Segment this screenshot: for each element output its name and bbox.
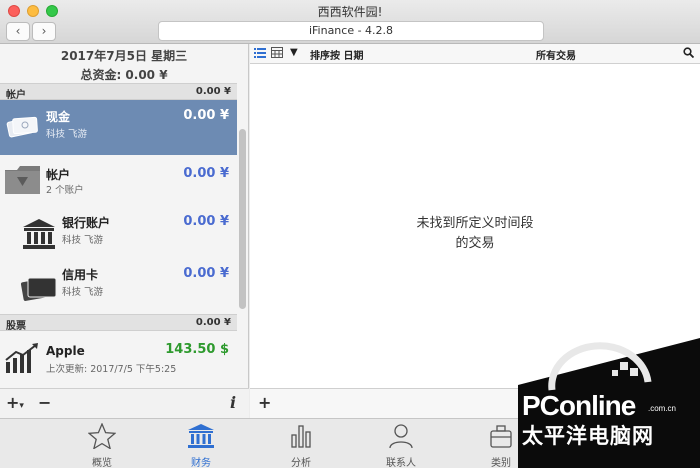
account-balance: 0.00 ¥: [183, 266, 229, 281]
bank-icon: [187, 424, 215, 453]
tab-label: 概览: [92, 458, 112, 468]
watermark-logo: PConline .com.cn 太平洋电脑网: [500, 338, 700, 468]
empty-state-line: 未找到所定义时间段: [416, 216, 534, 231]
account-row-credit-card[interactable]: 信用卡 科技 飞游 0.00 ¥: [0, 260, 237, 315]
bank-icon: [22, 218, 56, 254]
tab-label: 联系人: [386, 458, 416, 468]
account-owner: 科技 飞游: [62, 235, 104, 246]
account-owner: 科技 飞游: [62, 287, 104, 298]
chart-up-icon: [4, 342, 42, 378]
account-balance: 0.00 ¥: [183, 108, 229, 123]
account-balance: 0.00 ¥: [183, 214, 229, 229]
add-account-button[interactable]: +▾: [6, 393, 24, 412]
sort-by-label[interactable]: 排序按 日期: [310, 47, 363, 62]
tab-overview[interactable]: 概览: [72, 422, 132, 468]
accounts-sidebar: 2017年7月5日 星期三 总资金: 0.00 ¥ 帐户 0.00 ¥ 现金 科…: [0, 44, 249, 418]
remove-account-button[interactable]: −: [38, 393, 51, 412]
sort-direction-icon[interactable]: ▼: [290, 47, 298, 58]
account-name: 银行账户: [62, 216, 111, 230]
empty-state-line: 的交易: [455, 236, 495, 251]
search-icon[interactable]: [683, 47, 695, 61]
section-label: 股票: [6, 321, 26, 332]
account-row-bank[interactable]: 银行账户 科技 飞游 0.00 ¥: [0, 206, 237, 261]
account-name: 帐户: [46, 168, 71, 182]
back-button[interactable]: ‹: [6, 22, 30, 41]
cash-icon: [6, 112, 40, 146]
stock-row-apple[interactable]: Apple 上次更新: 2017/7/5 下午5:25 143.50 $: [0, 332, 237, 387]
forward-button[interactable]: ›: [32, 22, 56, 41]
tab-analysis[interactable]: 分析: [271, 423, 331, 468]
tab-label: 财务: [191, 458, 211, 468]
section-header-accounts: 帐户 0.00 ¥: [0, 83, 237, 101]
total-funds: 总资金: 0.00 ¥: [80, 68, 168, 82]
plus-label: +: [6, 393, 20, 412]
section-header-stocks: 股票 0.00 ¥: [0, 314, 237, 332]
section-label: 帐户: [6, 90, 26, 101]
chevron-down-icon: ▾: [19, 401, 24, 411]
account-name: 信用卡: [62, 268, 99, 282]
stock-name: Apple: [46, 344, 85, 358]
title-bar: 西西软件园! ‹ › iFinance - 4.2.8: [0, 0, 700, 44]
star-icon: [87, 422, 117, 453]
app-version-field: iFinance - 4.2.8: [158, 21, 544, 41]
bar-chart-icon: [287, 425, 315, 453]
account-name: 现金: [46, 110, 71, 124]
stock-value: 143.50 $: [165, 342, 229, 357]
account-row-cash[interactable]: 现金 科技 飞游 0.00 ¥: [0, 100, 237, 155]
account-count: 2 个账户: [46, 185, 84, 196]
tab-finance[interactable]: 财务: [171, 423, 231, 468]
folder-icon: [4, 164, 42, 200]
current-date: 2017年7月5日 星期三: [60, 49, 188, 63]
cards-icon: [20, 272, 58, 308]
account-owner: 科技 飞游: [46, 129, 88, 140]
empty-state-message: 未找到所定义时间段 的交易: [250, 214, 700, 254]
transactions-toolbar: ▼ 排序按 日期 所有交易: [250, 44, 700, 64]
watermark-domain: .com.cn: [648, 404, 677, 413]
section-amount: 0.00 ¥: [195, 317, 231, 328]
window-title: 西西软件园!: [317, 5, 383, 19]
transaction-filter[interactable]: 所有交易: [536, 47, 576, 62]
summary-header: 2017年7月5日 星期三 总资金: 0.00 ¥: [0, 44, 248, 83]
watermark-brand: PConline: [522, 390, 636, 421]
account-balance: 0.00 ¥: [183, 166, 229, 181]
list-view-icon[interactable]: [254, 47, 266, 61]
sidebar-scrollbar[interactable]: [239, 129, 246, 309]
tab-label: 分析: [291, 458, 311, 468]
sidebar-footer: +▾ − i: [0, 388, 249, 418]
add-transaction-button[interactable]: +: [258, 393, 271, 412]
stock-last-updated: 上次更新: 2017/7/5 下午5:25: [46, 364, 177, 375]
person-icon: [387, 424, 415, 453]
watermark-cn-name: 太平洋电脑网: [522, 425, 654, 448]
section-amount: 0.00 ¥: [195, 86, 231, 97]
info-button[interactable]: i: [230, 393, 236, 412]
tab-contacts[interactable]: 联系人: [371, 423, 431, 468]
account-row-folder[interactable]: 帐户 2 个账户 0.00 ¥: [0, 156, 237, 211]
calendar-view-icon[interactable]: [271, 47, 283, 61]
